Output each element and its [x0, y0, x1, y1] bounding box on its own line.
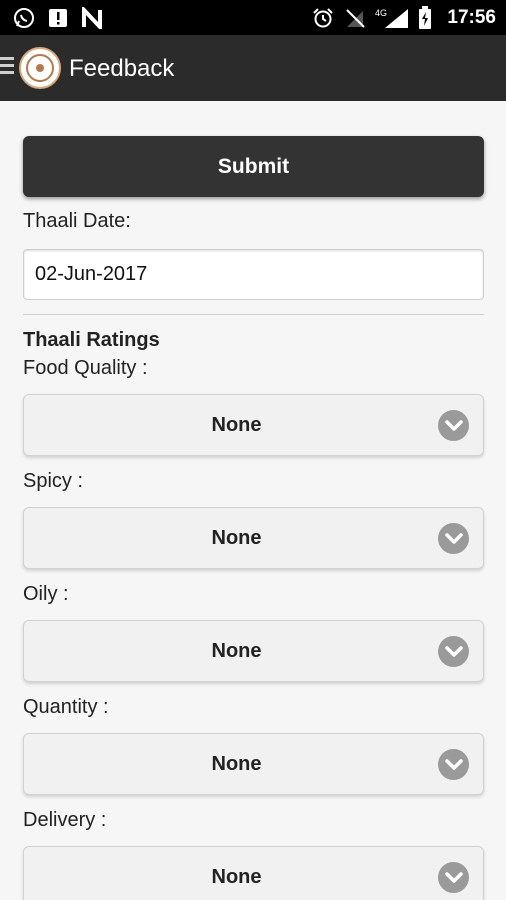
alarm-icon: [311, 6, 335, 30]
quantity-select[interactable]: None: [23, 733, 484, 795]
oily-label: Oily :: [23, 583, 69, 605]
battery-icon: [417, 6, 433, 30]
food-quality-value: None: [211, 413, 262, 436]
status-right-icons: 4G 17:56: [311, 6, 496, 30]
food-quality-select[interactable]: None: [23, 394, 484, 456]
thaali-ratings-title: Thaali Ratings: [23, 329, 160, 351]
oily-select[interactable]: None: [23, 620, 484, 682]
thaali-date-field[interactable]: 02-Jun-2017: [23, 249, 484, 300]
n-app-icon: [80, 6, 104, 30]
spicy-label: Spicy :: [23, 470, 84, 492]
quantity-label: Quantity :: [23, 696, 109, 718]
app-bar: Feedback: [0, 35, 506, 101]
network-type-label: 4G: [375, 8, 387, 18]
divider: [23, 314, 484, 315]
spicy-value: None: [211, 526, 262, 549]
status-bar: 4G 17:56: [0, 0, 506, 35]
chevron-down-icon: [438, 862, 469, 893]
chevron-down-icon: [438, 523, 469, 554]
no-signal-icon: [343, 6, 367, 30]
delivery-label: Delivery :: [23, 809, 107, 831]
app-logo[interactable]: [19, 47, 61, 89]
cell-signal-icon: 4G: [375, 6, 409, 30]
status-left-icons: [12, 6, 104, 30]
alert-icon: [46, 6, 70, 30]
thaali-date-label: Thaali Date:: [23, 210, 131, 232]
whatsapp-icon: [12, 6, 36, 30]
chevron-down-icon: [438, 749, 469, 780]
spicy-select[interactable]: None: [23, 507, 484, 569]
page-title: Feedback: [69, 55, 175, 82]
hamburger-icon[interactable]: [0, 57, 16, 79]
delivery-select[interactable]: None: [23, 846, 484, 900]
quantity-value: None: [211, 752, 262, 775]
chevron-down-icon: [438, 410, 469, 441]
chevron-down-icon: [438, 636, 469, 667]
oily-value: None: [211, 639, 262, 662]
delivery-value: None: [211, 865, 262, 888]
submit-button[interactable]: Submit: [23, 136, 484, 197]
food-quality-label: Food Quality :: [23, 357, 148, 379]
status-time: 17:56: [447, 7, 496, 28]
